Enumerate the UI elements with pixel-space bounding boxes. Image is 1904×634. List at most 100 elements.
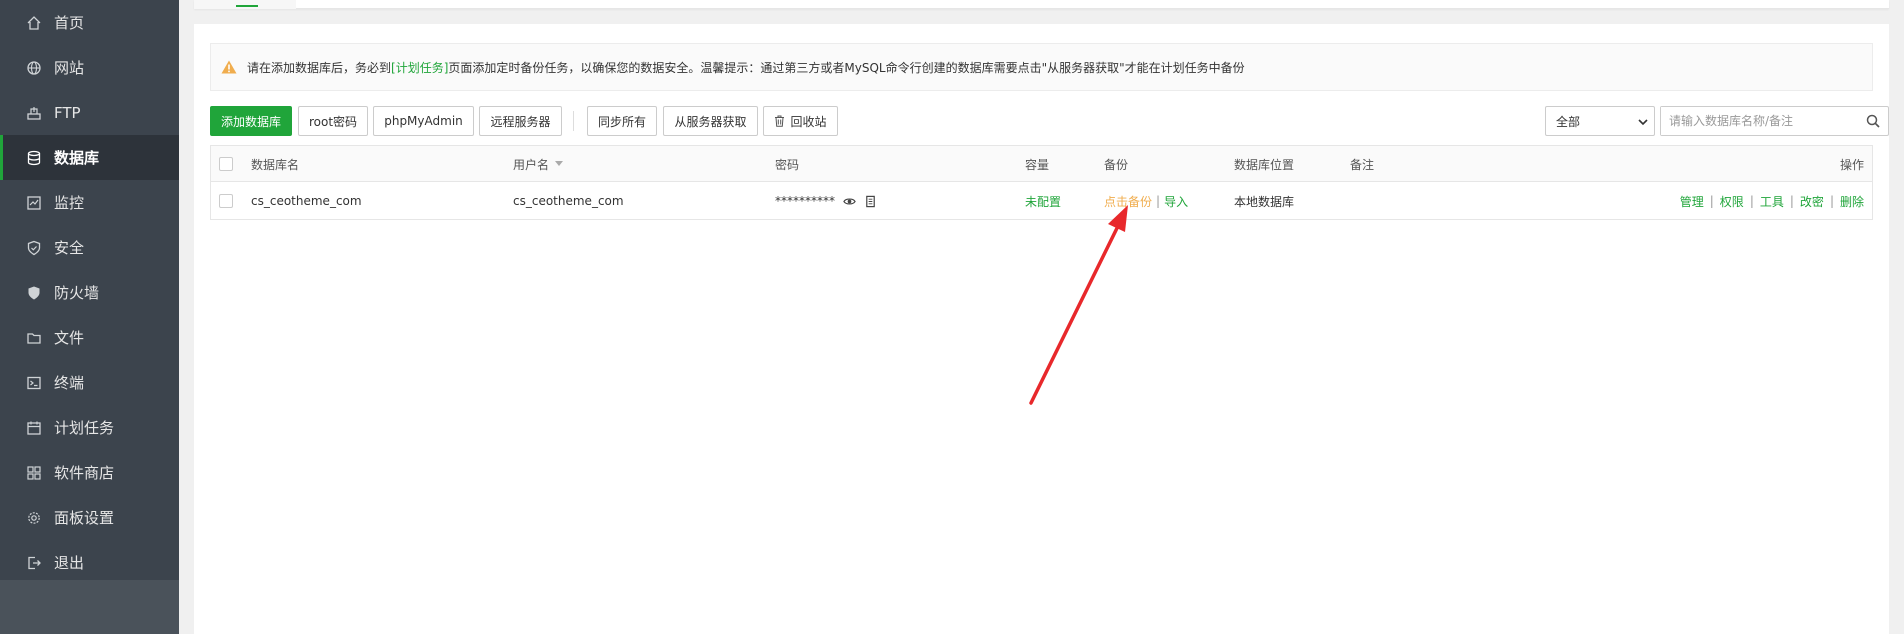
sidebar-item-terminal[interactable]: 终端 bbox=[0, 360, 179, 405]
sidebar-item-label: FTP bbox=[54, 103, 81, 122]
tip-text-after: 页面添加定时备份任务，以确保您的数据安全。温馨提示：通过第三方或者MySQL命令… bbox=[448, 60, 1245, 75]
header-user[interactable]: 用户名 bbox=[513, 146, 564, 182]
sync-all-button[interactable]: 同步所有 bbox=[587, 106, 657, 136]
sidebar-item-monitor[interactable]: 监控 bbox=[0, 180, 179, 225]
eye-icon[interactable] bbox=[843, 195, 856, 208]
apps-icon bbox=[26, 465, 42, 481]
sidebar-item-label: 文件 bbox=[54, 329, 85, 347]
filter-select-value: 全部 bbox=[1556, 114, 1581, 129]
monitor-icon bbox=[26, 195, 42, 211]
recycle-bin-label: 回收站 bbox=[790, 114, 827, 129]
globe-icon bbox=[26, 60, 42, 76]
row-select-cell bbox=[219, 183, 233, 219]
sidebar-item-logout[interactable]: 退出 bbox=[0, 540, 179, 585]
sidebar-item-label: 安全 bbox=[54, 239, 85, 257]
header-password: 密码 bbox=[775, 157, 800, 172]
cron-link[interactable]: [计划任务] bbox=[391, 59, 448, 76]
sidebar-item-home[interactable]: 首页 bbox=[0, 0, 179, 45]
permissions-link[interactable]: 权限 bbox=[1720, 193, 1744, 210]
content-card: 请在添加数据库后，务必到 [计划任务] 页面添加定时备份任务，以确保您的数据安全。温… bbox=[194, 24, 1889, 634]
header-location: 数据库位置 bbox=[1234, 157, 1295, 172]
backup-link[interactable]: 点击备份 bbox=[1104, 193, 1152, 210]
sidebar-item-label: 防火墙 bbox=[54, 284, 100, 302]
sidebar-item-firewall[interactable]: 防火墙 bbox=[0, 270, 179, 315]
header-backup: 备份 bbox=[1104, 157, 1129, 172]
sidebar-item-label: 监控 bbox=[54, 194, 85, 212]
tip-text-before: 请在添加数据库后，务必到 bbox=[247, 60, 392, 75]
sidebar-item-files[interactable]: 文件 bbox=[0, 315, 179, 360]
toolbar: 添加数据库 root密码 phpMyAdmin 远程服务器 同步所有 从服务器获… bbox=[210, 106, 1889, 136]
manage-link[interactable]: 管理 bbox=[1680, 193, 1704, 210]
logout-icon bbox=[26, 555, 42, 571]
sidebar: 首页 网站 FTP 数据库 监控 安全 防火墙 文件 终端 计划任务 软件商店 … bbox=[0, 0, 179, 634]
sidebar-item-store[interactable]: 软件商店 bbox=[0, 450, 179, 495]
calendar-icon bbox=[26, 420, 42, 436]
password-mask: ********** bbox=[775, 194, 835, 208]
select-all-cell bbox=[219, 146, 233, 182]
action-separator: | bbox=[1709, 194, 1714, 208]
header-user-label: 用户名 bbox=[513, 157, 550, 172]
select-all-checkbox[interactable] bbox=[219, 157, 233, 171]
main-area: 请在添加数据库后，务必到 [计划任务] 页面添加定时备份任务，以确保您的数据安全。温… bbox=[179, 0, 1904, 634]
action-separator: | bbox=[1789, 194, 1794, 208]
sidebar-item-cron[interactable]: 计划任务 bbox=[0, 405, 179, 450]
database-table: 数据库名 用户名 密码 容量 备份 数据库位置 备注 操作 cs_ceothem… bbox=[210, 145, 1873, 220]
sidebar-item-security[interactable]: 安全 bbox=[0, 225, 179, 270]
row-password: ********** bbox=[775, 183, 877, 219]
row-db-name: cs_ceotheme_com bbox=[251, 194, 362, 208]
search-box bbox=[1660, 106, 1889, 136]
action-separator: | bbox=[1829, 194, 1834, 208]
header-name[interactable]: 数据库名 bbox=[251, 146, 299, 182]
add-database-button[interactable]: 添加数据库 bbox=[210, 106, 292, 136]
chevron-down-icon bbox=[1638, 116, 1648, 126]
sidebar-item-label: 退出 bbox=[54, 554, 85, 572]
action-separator: | bbox=[1749, 194, 1754, 208]
change-password-link[interactable]: 改密 bbox=[1800, 193, 1824, 210]
copy-icon[interactable] bbox=[864, 195, 877, 208]
header-capacity: 容量 bbox=[1025, 157, 1050, 172]
firewall-icon bbox=[26, 285, 42, 301]
sidebar-item-website[interactable]: 网站 bbox=[0, 45, 179, 90]
remote-server-button[interactable]: 远程服务器 bbox=[479, 106, 562, 136]
header-remark: 备注 bbox=[1350, 157, 1375, 172]
sidebar-item-label: 数据库 bbox=[54, 149, 100, 167]
row-location: 本地数据库 bbox=[1234, 194, 1295, 209]
terminal-icon bbox=[26, 375, 42, 391]
backup-separator: | bbox=[1156, 194, 1161, 208]
filter-select[interactable]: 全部 bbox=[1545, 106, 1655, 136]
sidebar-item-label: 终端 bbox=[54, 374, 85, 392]
row-checkbox[interactable] bbox=[219, 194, 233, 208]
tools-link[interactable]: 工具 bbox=[1760, 193, 1784, 210]
sort-down-icon bbox=[555, 161, 564, 167]
sidebar-item-label: 首页 bbox=[54, 14, 85, 32]
table-row: cs_ceotheme_com cs_ceotheme_com ********… bbox=[211, 183, 1872, 219]
warning-icon bbox=[221, 60, 237, 74]
tab-active-indicator[interactable] bbox=[236, 0, 258, 7]
trash-icon bbox=[774, 115, 785, 127]
sidebar-item-database[interactable]: 数据库 bbox=[0, 135, 179, 180]
shield-icon bbox=[26, 240, 42, 256]
folder-icon bbox=[26, 330, 42, 346]
row-username: cs_ceotheme_com bbox=[513, 194, 624, 208]
root-password-button[interactable]: root密码 bbox=[298, 106, 368, 136]
delete-link[interactable]: 删除 bbox=[1840, 193, 1864, 210]
toolbar-divider bbox=[573, 111, 574, 131]
top-tab-bar bbox=[194, 0, 1889, 9]
table-header: 数据库名 用户名 密码 容量 备份 数据库位置 备注 操作 bbox=[211, 146, 1872, 182]
gear-icon bbox=[26, 510, 42, 526]
header-actions: 操作 bbox=[1839, 157, 1864, 172]
sidebar-item-settings[interactable]: 面板设置 bbox=[0, 495, 179, 540]
warning-tip: 请在添加数据库后，务必到 [计划任务] 页面添加定时备份任务，以确保您的数据安全。温… bbox=[210, 43, 1873, 91]
phpmyadmin-button[interactable]: phpMyAdmin bbox=[373, 106, 474, 136]
home-icon bbox=[26, 15, 42, 31]
fetch-from-server-button[interactable]: 从服务器获取 bbox=[663, 106, 758, 136]
recycle-bin-button[interactable]: 回收站 bbox=[763, 106, 838, 136]
row-capacity[interactable]: 未配置 bbox=[1025, 183, 1061, 219]
sidebar-item-label: 软件商店 bbox=[54, 464, 115, 482]
row-backup: 点击备份 | 导入 bbox=[1104, 183, 1188, 219]
sidebar-item-ftp[interactable]: FTP bbox=[0, 90, 179, 135]
import-link[interactable]: 导入 bbox=[1164, 193, 1188, 210]
search-icon[interactable] bbox=[1866, 114, 1880, 128]
sidebar-footer bbox=[0, 580, 179, 634]
search-input[interactable] bbox=[1661, 107, 1851, 135]
